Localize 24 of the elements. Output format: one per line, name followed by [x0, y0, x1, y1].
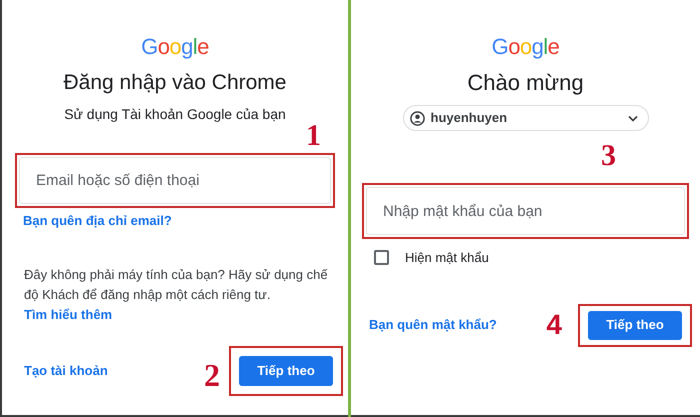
learn-more-link[interactable]: Tìm hiểu thêm: [24, 307, 112, 322]
google-logo: Google: [492, 33, 560, 61]
forgot-email-link[interactable]: Bạn quên địa chỉ email?: [23, 212, 172, 230]
account-icon: [410, 110, 424, 126]
page-title: Đăng nhập vào Chrome: [64, 70, 286, 96]
checkbox[interactable]: [374, 250, 389, 266]
email-field[interactable]: Email hoặc số điện thoại: [19, 157, 331, 204]
create-account-link[interactable]: Tạo tài khoản: [24, 361, 108, 381]
password-field[interactable]: Nhập mật khẩu của bạn: [366, 187, 685, 235]
step-number: 3: [601, 139, 616, 173]
step-number: 1: [306, 119, 321, 153]
subtitle: Sử dụng Tài khoản Google của bạn: [64, 105, 286, 123]
google-logo: Google: [141, 33, 209, 61]
account-chip[interactable]: huyenhuyen: [402, 105, 648, 131]
guest-notice: Đây không phải máy tính của bạn? Hãy sử dụng chế độ Khách để đăng nhập một cách riêng tư. Tìm hiểu thêm: [24, 266, 329, 324]
page-title: Chào mừng: [467, 70, 584, 96]
chevron-down-icon: [628, 114, 638, 122]
next-button[interactable]: Tiếp theo: [239, 356, 333, 386]
show-password-label: Hiện mật khẩu: [405, 249, 489, 267]
account-email: huyenhuyen: [430, 109, 508, 128]
step-number: 2: [204, 357, 220, 393]
forgot-password-link[interactable]: Bạn quên mật khẩu?: [369, 315, 497, 335]
next-button[interactable]: Tiếp theo: [588, 310, 682, 340]
step-number: 4: [546, 309, 562, 341]
